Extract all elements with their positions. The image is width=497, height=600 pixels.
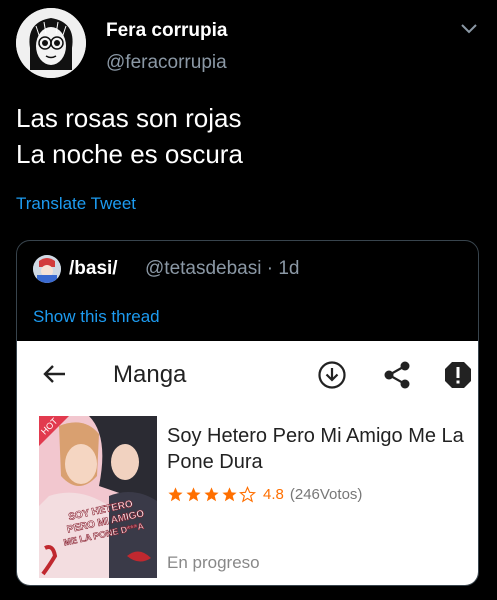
quoted-avatar[interactable] [33, 255, 61, 283]
share-icon [384, 361, 410, 389]
tweet-line: La noche es oscura [16, 139, 243, 169]
star-icon [222, 486, 237, 501]
quoted-display-name[interactable]: /basi/ [69, 258, 118, 280]
attached-image[interactable]: Manga HOT SOY HETERO PERO MI AMIGO ME LA… [17, 341, 478, 585]
rating-value: 4.8 [263, 485, 284, 503]
tweet-line: Las rosas son rojas [16, 103, 242, 133]
translate-tweet-link[interactable]: Translate Tweet [16, 194, 136, 214]
manga-title: Soy Hetero Pero Mi Amigo Me La Pone Dura [167, 425, 464, 473]
vote-count: (246Votos) [289, 485, 363, 503]
star-icon [204, 486, 219, 501]
avatar[interactable] [16, 8, 86, 78]
tweet-body: Las rosas son rojas La noche es oscura [16, 100, 243, 172]
download-icon [318, 361, 346, 389]
user-handle[interactable]: @feracorrupia [106, 52, 227, 74]
quoted-tweet[interactable]: /basi/ @tetasdebasi · 1d Show this threa… [16, 240, 479, 586]
report-icon [445, 362, 471, 388]
star-icon [168, 486, 183, 501]
manga-cover-image: HOT SOY HETERO PERO MI AMIGO ME LA PONE … [39, 416, 157, 578]
rating: 4.8 (246Votos) [167, 483, 362, 505]
show-thread-link[interactable]: Show this thread [33, 307, 160, 327]
star-outline-icon [239, 485, 256, 502]
tweet-header: Fera corrupia @feracorrupia [16, 8, 481, 80]
chevron-down-icon[interactable] [457, 16, 481, 40]
app-toolbar: Manga [17, 341, 478, 407]
quoted-handle[interactable]: @tetasdebasi · 1d [145, 258, 300, 280]
back-arrow-icon [43, 365, 65, 383]
star-icon [186, 486, 201, 501]
app-title: Manga [113, 361, 187, 388]
display-name[interactable]: Fera corrupia [106, 20, 227, 42]
status-label: En progreso [167, 553, 260, 572]
